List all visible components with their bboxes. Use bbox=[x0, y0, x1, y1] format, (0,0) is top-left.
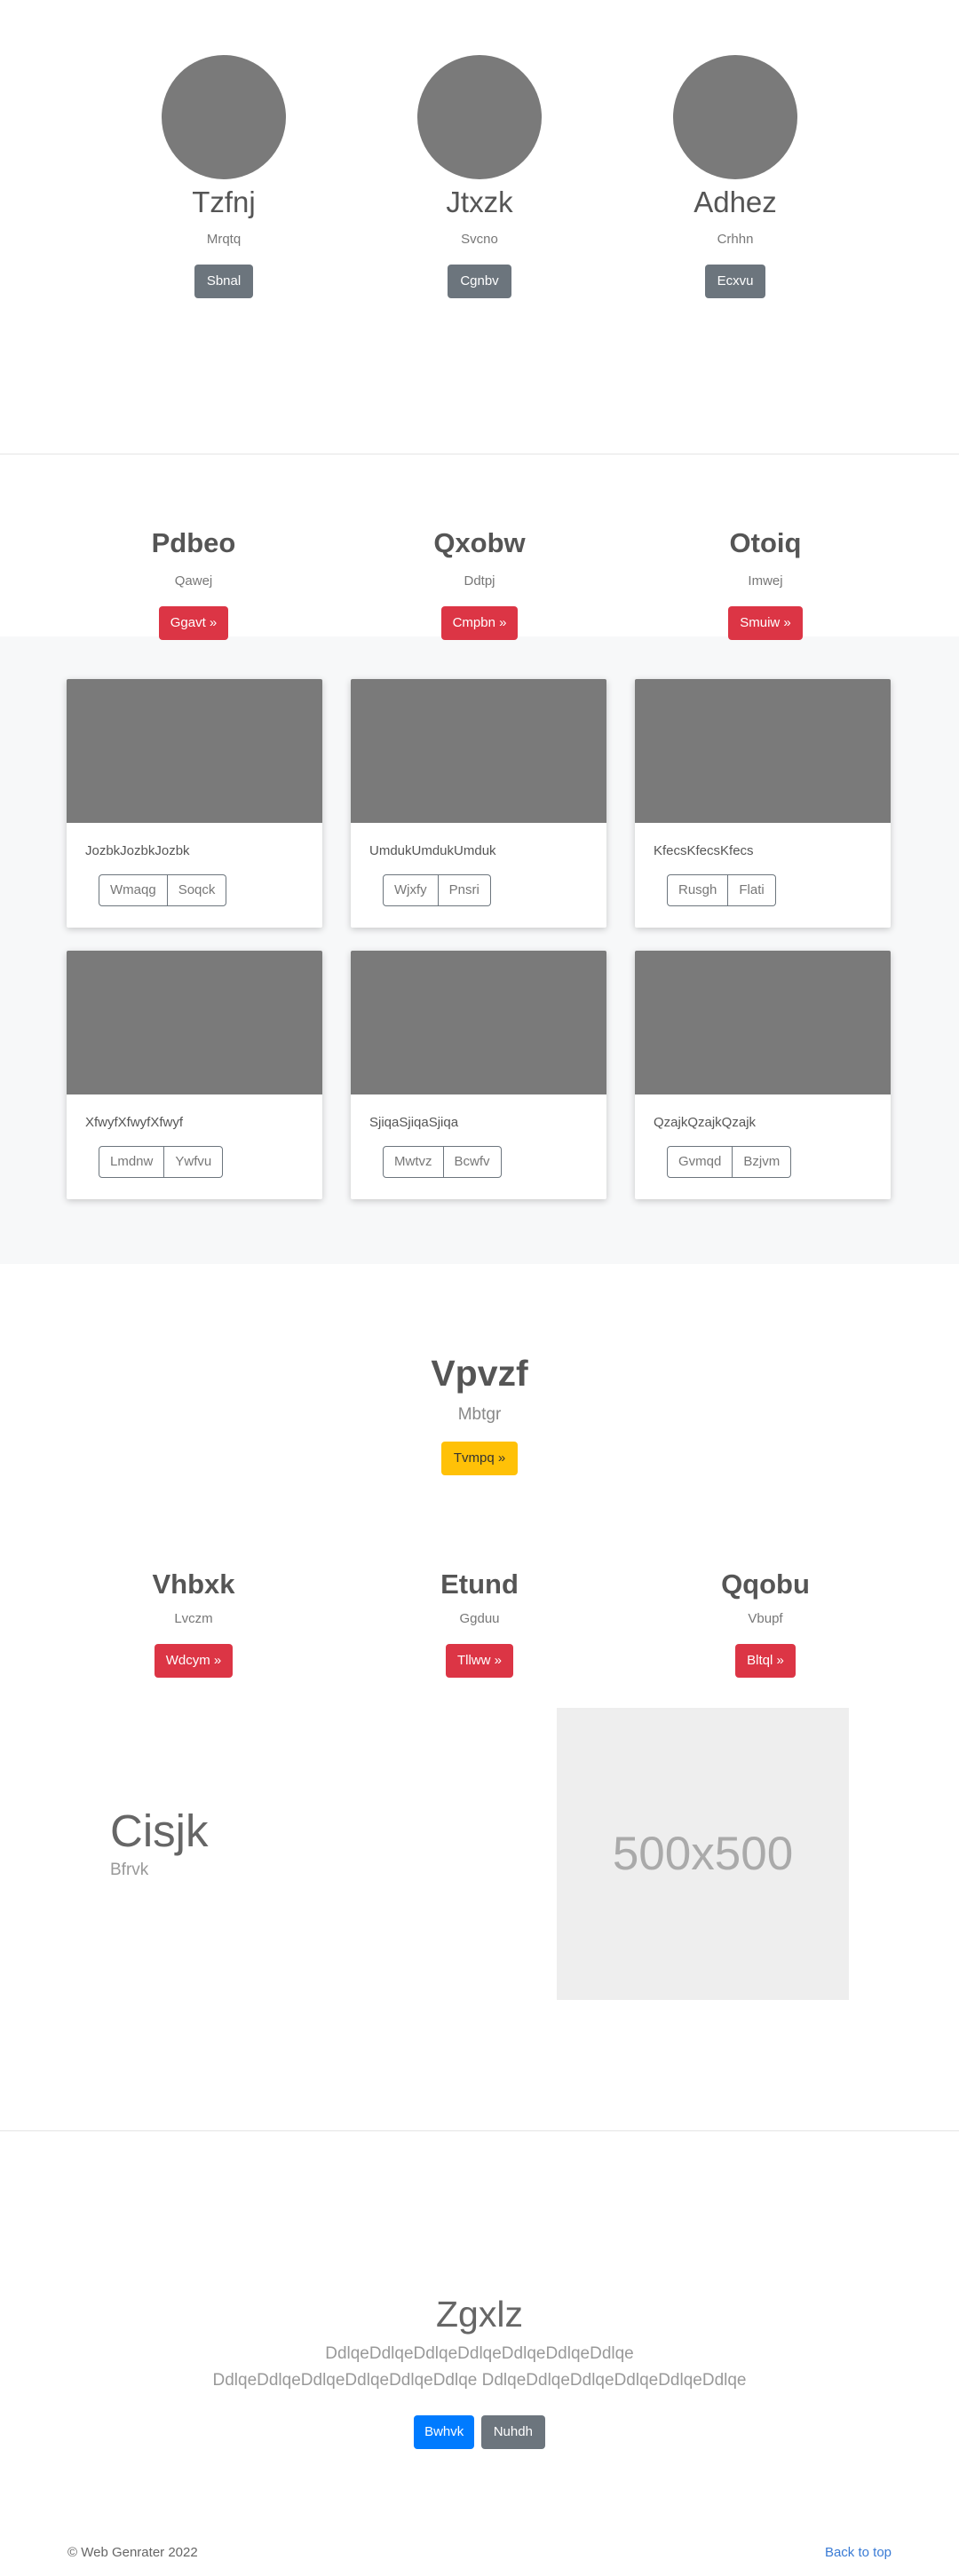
hero-section: Vpvzf Mbtgr Tvmpq » bbox=[0, 1264, 959, 1530]
footer: © Web Genrater 2022 Back to top bbox=[0, 2534, 959, 2575]
feature-subtitle: Lvczm bbox=[174, 1611, 213, 1626]
cta-primary-button[interactable]: Bwhvk bbox=[414, 2415, 475, 2449]
card-text: UmdukUmdukUmduk bbox=[369, 843, 496, 858]
cta-title: Zgxlz bbox=[436, 2294, 523, 2335]
feature-item: Etund Ggduu Tllww » bbox=[337, 1568, 622, 1708]
card-button-group: Gvmqd Bzjvm bbox=[667, 1146, 792, 1178]
feature-item: Qxobw Ddtpj Cmpbn » bbox=[337, 526, 622, 640]
feature-button[interactable]: Bltql » bbox=[735, 1644, 796, 1678]
feature-subtitle: Vbupf bbox=[748, 1611, 783, 1626]
card-button[interactable]: Bzjvm bbox=[733, 1146, 792, 1178]
card-button[interactable]: Gvmqd bbox=[667, 1146, 733, 1178]
card-image bbox=[635, 679, 891, 823]
avatar bbox=[417, 55, 542, 179]
cta-buttons: Bwhvk Nuhdh bbox=[0, 2415, 959, 2449]
card-button[interactable]: Bcwfv bbox=[443, 1146, 502, 1178]
card-text: QzajkQzajkQzajk bbox=[654, 1115, 757, 1130]
avatar bbox=[162, 55, 286, 179]
footer-copyright: © Web Genrater 2022 bbox=[67, 2545, 198, 2560]
team-member-name: Tzfnj bbox=[192, 186, 256, 218]
feature-item: Pdbeo Qawej Ggavt » bbox=[51, 526, 337, 640]
card-image bbox=[351, 679, 606, 823]
cta-section: Zgxlz DdlqeDdlqeDdlqeDdlqeDdlqeDdlqeDdlq… bbox=[0, 2131, 959, 2534]
feature-title: Qqobu bbox=[721, 1569, 810, 1600]
card: KfecsKfecsKfecs Rusgh Flati bbox=[635, 679, 891, 928]
card-text: XfwyfXfwyfXfwyf bbox=[85, 1115, 184, 1130]
card-button[interactable]: Wmaqg bbox=[99, 874, 168, 906]
card-image bbox=[67, 951, 322, 1094]
split-subtitle: Bfrvk bbox=[110, 1861, 149, 1879]
card-button[interactable]: Soqck bbox=[167, 874, 227, 906]
card-text: JozbkJozbkJozbk bbox=[85, 843, 190, 858]
feature-subtitle: Ggduu bbox=[459, 1611, 500, 1626]
split-title: Cisjk bbox=[110, 1806, 209, 1856]
card-image bbox=[67, 679, 322, 823]
card: XfwyfXfwyfXfwyf Lmdnw Ywfvu bbox=[67, 951, 322, 1199]
card-image bbox=[635, 951, 891, 1094]
card-button-group: Lmdnw Ywfvu bbox=[99, 1146, 224, 1178]
feature-title: Vhbxk bbox=[152, 1569, 235, 1600]
feature-title: Pdbeo bbox=[151, 527, 236, 558]
feature-title: Qxobw bbox=[433, 527, 526, 558]
feature-button[interactable]: Smuiw » bbox=[728, 606, 803, 640]
card-text: KfecsKfecsKfecs bbox=[654, 843, 754, 858]
team-section: Tzfnj Mrqtq Sbnal Jtxzk Svcno Cgnbv Adhe… bbox=[0, 0, 959, 454]
team-member: Jtxzk Svcno Cgnbv bbox=[352, 55, 607, 298]
card-button[interactable]: Wjxfy bbox=[383, 874, 439, 906]
team-member-button[interactable]: Sbnal bbox=[194, 265, 254, 298]
card-button[interactable]: Pnsri bbox=[438, 874, 491, 906]
card-button-group: Wmaqg Soqck bbox=[99, 874, 227, 906]
team-member-role: Crhhn bbox=[717, 232, 754, 247]
cta-text: DdlqeDdlqeDdlqeDdlqeDdlqeDdlqeDdlqe Ddlq… bbox=[212, 2344, 747, 2390]
placeholder-image: 500x500 bbox=[557, 1708, 849, 2000]
feature-title: Etund bbox=[440, 1569, 519, 1600]
feature-subtitle: Qawej bbox=[174, 573, 213, 589]
team-member-name: Jtxzk bbox=[446, 186, 513, 218]
feature-item: Otoiq Imwej Smuiw » bbox=[622, 526, 908, 640]
card-button[interactable]: Lmdnw bbox=[99, 1146, 165, 1178]
features2-section: Vhbxk Lvczm Wdcym » Etund Ggduu Tllww » … bbox=[0, 1530, 959, 1708]
team-member-role: Mrqtq bbox=[206, 232, 242, 247]
split-section: Cisjk Bfrvk 500x500 bbox=[0, 1708, 959, 2131]
team-member-button[interactable]: Ecxvu bbox=[704, 265, 766, 298]
card-text: SjiqaSjiqaSjiqa bbox=[369, 1115, 459, 1130]
feature-button[interactable]: Ggavt » bbox=[158, 606, 229, 640]
team-member-name: Adhez bbox=[693, 186, 777, 218]
feature-button[interactable]: Tllww » bbox=[445, 1644, 513, 1678]
card-button[interactable]: Mwtvz bbox=[383, 1146, 444, 1178]
hero-title: Vpvzf bbox=[431, 1353, 528, 1394]
team-member-button[interactable]: Cgnbv bbox=[448, 265, 511, 298]
card: SjiqaSjiqaSjiqa Mwtvz Bcwfv bbox=[351, 951, 606, 1199]
feature-title: Otoiq bbox=[729, 527, 802, 558]
card-button[interactable]: Rusgh bbox=[667, 874, 729, 906]
card-button-group: Mwtvz Bcwfv bbox=[383, 1146, 502, 1178]
feature-button[interactable]: Cmpbn » bbox=[440, 606, 519, 640]
card-image bbox=[351, 951, 606, 1094]
hero-button[interactable]: Tvmpq » bbox=[440, 1442, 519, 1475]
cards-section: JozbkJozbkJozbk Wmaqg Soqck UmdukUmdukUm… bbox=[0, 636, 959, 1264]
feature-item: Vhbxk Lvczm Wdcym » bbox=[51, 1568, 337, 1708]
split-text: Cisjk Bfrvk bbox=[110, 1805, 209, 1881]
card: QzajkQzajkQzajk Gvmqd Bzjvm bbox=[635, 951, 891, 1199]
card-button[interactable]: Flati bbox=[728, 874, 776, 906]
card: JozbkJozbkJozbk Wmaqg Soqck bbox=[67, 679, 322, 928]
cta-secondary-button[interactable]: Nuhdh bbox=[480, 2415, 545, 2449]
card-button-group: Wjxfy Pnsri bbox=[383, 874, 491, 906]
team-member: Adhez Crhhn Ecxvu bbox=[607, 55, 863, 298]
card: UmdukUmdukUmduk Wjxfy Pnsri bbox=[351, 679, 606, 928]
feature-subtitle: Imwej bbox=[748, 573, 783, 589]
card-button[interactable]: Ywfvu bbox=[164, 1146, 224, 1178]
feature-item: Qqobu Vbupf Bltql » bbox=[622, 1568, 908, 1708]
feature-subtitle: Ddtpj bbox=[464, 573, 495, 589]
features-section: Pdbeo Qawej Ggavt » Qxobw Ddtpj Cmpbn » … bbox=[0, 454, 959, 640]
hero-subtitle: Mbtgr bbox=[457, 1405, 502, 1424]
avatar bbox=[673, 55, 797, 179]
team-member-role: Svcno bbox=[461, 232, 498, 247]
team-member: Tzfnj Mrqtq Sbnal bbox=[96, 55, 352, 298]
feature-button[interactable]: Wdcym » bbox=[154, 1644, 234, 1678]
back-to-top-link[interactable]: Back to top bbox=[825, 2545, 892, 2560]
card-button-group: Rusgh Flati bbox=[667, 874, 776, 906]
